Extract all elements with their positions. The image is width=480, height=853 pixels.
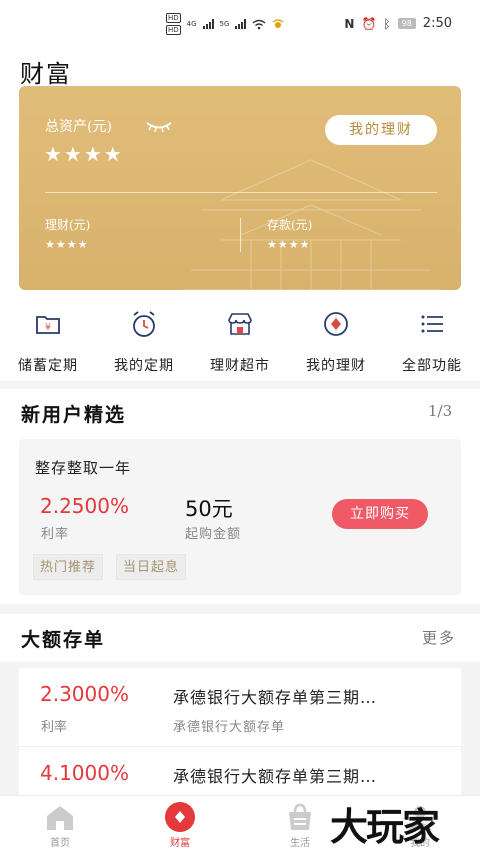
pager-indicator: 1/3: [428, 402, 453, 420]
tag-same-day: 当日起息: [116, 554, 187, 580]
quick-action-label: 我的定期: [114, 358, 174, 374]
product-card[interactable]: 整存整取一年 2.2500% 利率 50元 起购金额 立即购买 热门推荐 当日起…: [19, 439, 461, 595]
asset-card[interactable]: 总资产(元) ★★★★ 我的理财 理财(元) ★★★★ 存款(元) ★★★★: [19, 86, 461, 290]
pavilion-decoration: [181, 159, 441, 290]
quick-action-label: 储蓄定期: [18, 358, 78, 374]
wealth-page: 财富 总资产(元) ★★★★ 我的理财 理财(元) ★★★★ 存款(元) ★★★…: [0, 44, 480, 824]
clock: 2:50: [422, 16, 452, 31]
hd-badge: HD: [166, 13, 181, 23]
cd-more-link[interactable]: 更多: [422, 627, 456, 648]
wealth-diamond-icon: [324, 312, 348, 336]
cd-item-title: 承德银行大额存单第三期…: [173, 767, 378, 786]
tab-label: 财富: [170, 838, 190, 849]
wifi-icon: [252, 19, 266, 29]
tag-hot: 热门推荐: [33, 554, 104, 580]
bluetooth-icon: ᛒ: [383, 16, 391, 31]
svg-text:¥: ¥: [45, 323, 51, 333]
finance-label: 理财(元): [45, 218, 91, 232]
status-bar: HD HD 4G 5G N ⏰ ᛒ 98 2:50: [0, 0, 480, 44]
store-icon: [228, 313, 252, 335]
product-name: 整存整取一年: [35, 459, 132, 477]
network-type: 4G: [186, 20, 197, 28]
product-min-amount-label: 起购金额: [185, 527, 242, 542]
cd-rate: 4.1000%: [40, 761, 129, 785]
alarm-clock-icon: [133, 311, 155, 337]
quick-action-my-finance[interactable]: 我的理财: [288, 309, 384, 375]
product-min-amount: 50元: [185, 497, 233, 521]
status-right: N ⏰ ᛒ 98 2:50: [344, 16, 452, 31]
network-type: 5G: [219, 20, 230, 28]
wealth-icon: [164, 802, 196, 832]
cd-item[interactable]: 2.3000% 利率 承德银行大额存单第三期… 承德银行大额存单: [19, 668, 461, 746]
watermark-logo: 大玩家: [330, 805, 440, 849]
folder-yuan-icon: ¥: [36, 316, 60, 334]
quick-action-label: 我的理财: [306, 358, 366, 374]
section-separator: [0, 381, 480, 389]
column-divider: [240, 218, 241, 252]
total-assets-value: ★★★★: [44, 142, 124, 166]
deposit-value: ★★★★: [267, 238, 311, 251]
buy-now-button[interactable]: 立即购买: [332, 499, 428, 529]
quick-action-savings[interactable]: ¥ 储蓄定期: [0, 309, 96, 375]
total-assets-label: 总资产(元): [45, 119, 112, 135]
cd-rate: 2.3000%: [40, 682, 129, 706]
tab-label: 首页: [50, 838, 70, 849]
quick-actions: ¥ 储蓄定期 我的定期 理财超市 我的理财 全部功能: [0, 309, 480, 379]
battery-icon: 98: [397, 18, 416, 29]
new-user-title: 新用户精选: [21, 404, 127, 426]
product-rate: 2.2500%: [40, 494, 129, 518]
tab-home[interactable]: 首页: [20, 802, 100, 849]
alarm-icon: ⏰: [361, 16, 377, 31]
list-icon: [421, 315, 443, 333]
tab-life[interactable]: 生活: [260, 802, 340, 849]
quick-action-label: 全部功能: [402, 358, 462, 374]
product-rate-label: 利率: [41, 527, 70, 542]
home-icon: [44, 802, 76, 832]
my-finance-button[interactable]: 我的理财: [325, 115, 437, 145]
tab-label: 生活: [290, 838, 310, 849]
card-divider: [45, 192, 437, 193]
hd-badge: HD: [166, 25, 181, 35]
cd-item-desc: 承德银行大额存单: [173, 720, 286, 735]
section-separator: [0, 604, 480, 614]
signal-icon: [202, 19, 214, 29]
tab-wealth[interactable]: 财富: [140, 802, 220, 849]
deposit-label: 存款(元): [267, 218, 313, 232]
cd-item-title: 承德银行大额存单第三期…: [173, 688, 378, 707]
cd-title: 大额存单: [21, 629, 106, 651]
quick-action-label: 理财超市: [210, 358, 270, 374]
nfc-icon: N: [344, 16, 355, 31]
quick-action-my-term[interactable]: 我的定期: [96, 309, 192, 375]
signal-icon: [235, 19, 247, 29]
cd-rate-label: 利率: [41, 720, 68, 735]
quick-action-all[interactable]: 全部功能: [384, 309, 480, 375]
life-bag-icon: [284, 802, 316, 832]
finance-value: ★★★★: [45, 238, 89, 251]
hide-eye-icon[interactable]: [145, 120, 173, 132]
notification-icon: [273, 19, 284, 28]
quick-action-market[interactable]: 理财超市: [192, 309, 288, 375]
status-left: HD HD 4G 5G: [166, 13, 284, 35]
page-title: 财富: [20, 60, 72, 88]
